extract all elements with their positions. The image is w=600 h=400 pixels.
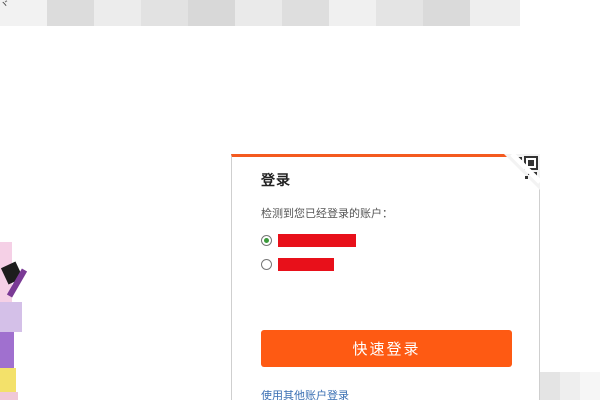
- redacted-account-name: [278, 233, 356, 247]
- page: ヾ 登录 检测到您已经登录的账户： 快速登录 使用其他账户登录: [0, 0, 600, 400]
- other-account-login-link[interactable]: 使用其他账户登录: [261, 387, 349, 400]
- radio-button-icon[interactable]: [261, 258, 272, 270]
- blurred-top-bar: [0, 0, 520, 26]
- blur-block: [423, 0, 470, 26]
- account-option-1[interactable]: [261, 233, 356, 247]
- login-panel: 登录 检测到您已经登录的账户： 快速登录 使用其他账户登录: [231, 154, 540, 400]
- radio-button-icon[interactable]: [261, 234, 272, 246]
- cosmetics-graphic: [0, 242, 28, 400]
- blur-block: [47, 0, 94, 26]
- blur-block: [470, 0, 520, 26]
- top-mark: ヾ: [0, 0, 10, 10]
- blur-block: [376, 0, 423, 26]
- blur-block: [94, 0, 141, 26]
- redacted-account-name: [278, 257, 334, 271]
- blur-block: [141, 0, 188, 26]
- blur-block: [235, 0, 282, 26]
- quick-login-button[interactable]: 快速登录: [261, 330, 512, 367]
- qr-code-icon[interactable]: [504, 154, 540, 190]
- blur-block: [282, 0, 329, 26]
- blur-block: [188, 0, 235, 26]
- account-option-2[interactable]: [261, 257, 334, 271]
- detected-accounts-label: 检测到您已经登录的账户：: [261, 207, 393, 220]
- blur-block: [329, 0, 376, 26]
- login-title: 登录: [261, 173, 291, 189]
